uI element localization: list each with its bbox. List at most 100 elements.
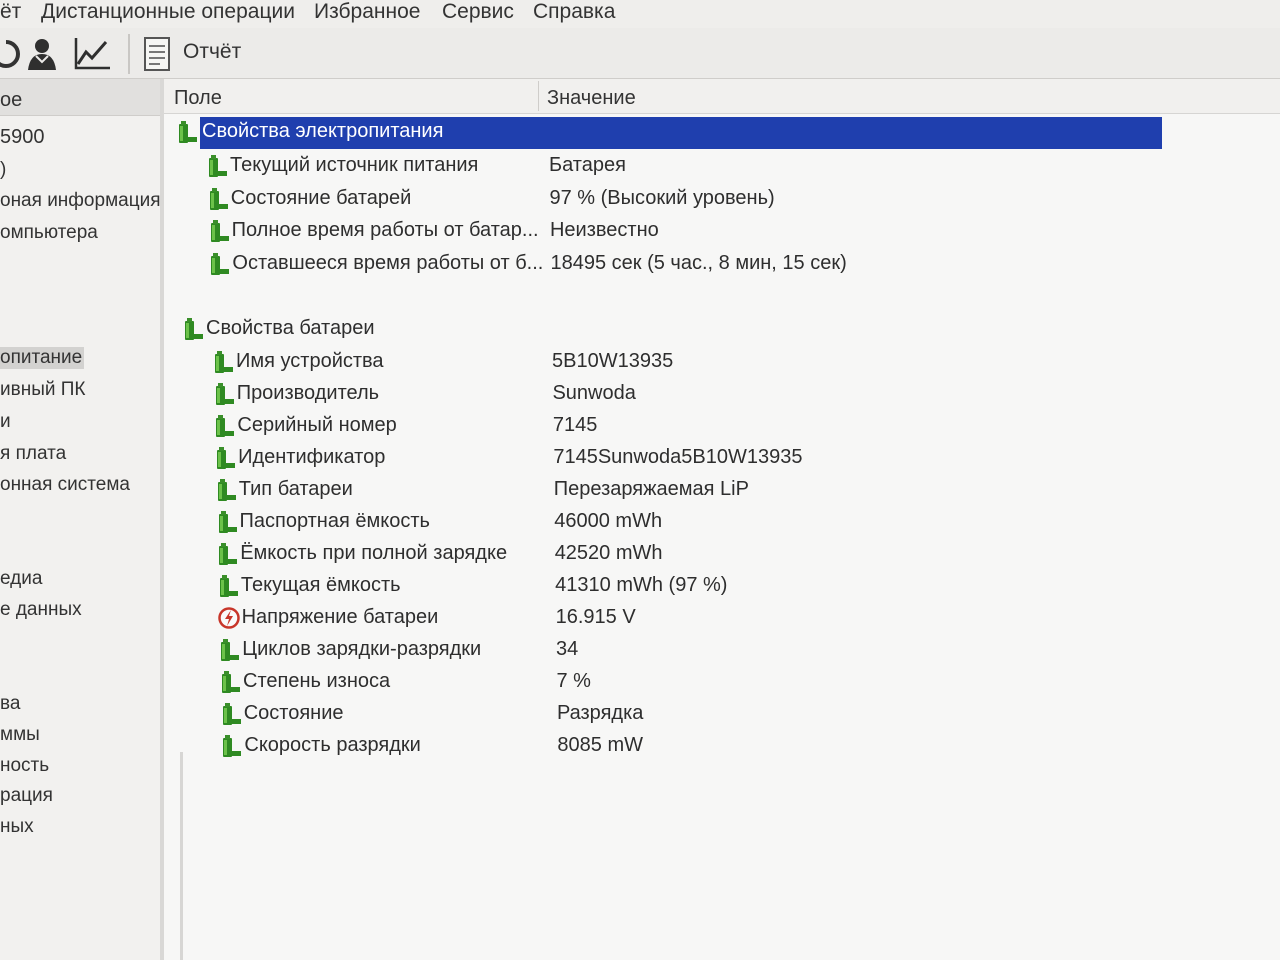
battery-icon bbox=[219, 670, 241, 694]
property-value: 5B10W13935 bbox=[552, 350, 674, 372]
property-field: Напряжение батареи bbox=[241, 606, 439, 628]
battery-icon bbox=[208, 219, 230, 243]
battery-icon bbox=[216, 542, 238, 566]
menu-item-service[interactable]: Сервис bbox=[442, 0, 514, 24]
toolbar: Отчёт bbox=[0, 28, 1280, 79]
battery-icon bbox=[216, 510, 238, 534]
column-headers: Поле Значение bbox=[164, 79, 1280, 114]
nav-item-devices[interactable]: ва bbox=[0, 693, 20, 715]
menu-bar: ёт Дистанционные операции Избранное Серв… bbox=[0, 0, 1280, 28]
nav-item-multimedia[interactable]: едиа bbox=[0, 568, 42, 590]
toolbar-separator bbox=[128, 34, 130, 74]
nav-item-programs[interactable]: ммы bbox=[0, 724, 40, 746]
battery-icon bbox=[182, 317, 204, 341]
column-header-value[interactable]: Значение bbox=[547, 87, 636, 110]
property-row[interactable]: Производитель Sunwoda bbox=[213, 379, 1113, 409]
property-value: 41310 mWh (97 %) bbox=[555, 574, 728, 596]
section-battery-properties[interactable]: Свойства батареи bbox=[182, 314, 1172, 344]
nav-item-database[interactable]: ных bbox=[0, 816, 34, 838]
property-field: Состояние батарей bbox=[230, 186, 412, 209]
property-field: Серийный номер bbox=[237, 414, 397, 436]
battery-icon bbox=[213, 382, 235, 406]
property-row[interactable]: Полное время работы от батар... Неизвестн… bbox=[208, 216, 1108, 246]
property-row[interactable]: Степень износа 7 % bbox=[219, 667, 1119, 697]
property-field: Текущая ёмкость bbox=[240, 574, 401, 596]
details-list: Поле Значение Свойства электропитания Те… bbox=[164, 79, 1280, 960]
list-left-edge bbox=[180, 752, 183, 960]
voltage-icon bbox=[217, 606, 240, 630]
property-field: Паспортная ёмкость bbox=[239, 510, 430, 532]
section-title: Свойства электропитания bbox=[202, 120, 444, 142]
nav-item-power-management[interactable]: опитание bbox=[0, 347, 85, 369]
property-value: Sunwoda bbox=[552, 382, 636, 404]
report-icon[interactable] bbox=[140, 36, 180, 72]
nav-item[interactable]: ) bbox=[0, 159, 6, 181]
property-value: Разрядка bbox=[556, 702, 644, 724]
property-value: 34 bbox=[556, 638, 579, 660]
section-title: Свойства батареи bbox=[206, 317, 375, 339]
property-row[interactable]: Напряжение батареи 16.915 V bbox=[217, 603, 1118, 633]
property-row[interactable]: Текущий источник питания Батарея bbox=[206, 151, 1106, 181]
property-field: Ёмкость при полной зарядке bbox=[240, 542, 508, 564]
nav-item-computer-name[interactable]: омпьютера bbox=[0, 222, 98, 244]
section-power-properties[interactable]: Свойства электропитания bbox=[176, 117, 1166, 149]
battery-icon bbox=[215, 478, 237, 502]
menu-header-label: ое bbox=[0, 89, 23, 111]
property-row[interactable]: Скорость разрядки 8085 mW bbox=[220, 731, 1120, 761]
property-value: 7 % bbox=[556, 670, 591, 692]
battery-icon bbox=[212, 350, 234, 374]
battery-icon bbox=[220, 702, 242, 726]
property-value: 18495 сек (5 час., 8 мин, 15 сек) bbox=[550, 251, 847, 274]
property-value: Неизвестно bbox=[549, 219, 659, 241]
property-value: 42520 mWh bbox=[554, 542, 663, 564]
property-row[interactable]: Имя устройства 5B10W13935 bbox=[212, 347, 1112, 377]
menu-item-remote-operations[interactable]: Дистанционные операции bbox=[41, 0, 295, 24]
property-row[interactable]: Ёмкость при полной зарядке 42520 mWh bbox=[216, 539, 1116, 569]
property-row[interactable]: Циклов зарядки-разрядки 34 bbox=[218, 635, 1118, 665]
property-row[interactable]: Состояние Разрядка bbox=[220, 699, 1120, 729]
property-row[interactable]: Идентификатор 7145Sunwoda5B10W13935 bbox=[214, 443, 1114, 473]
property-value: 97 % (Высокий уровень) bbox=[549, 186, 775, 209]
nav-item-storage[interactable]: е данных bbox=[0, 599, 82, 621]
property-field: Степень износа bbox=[243, 670, 391, 692]
property-row[interactable]: Паспортная ёмкость 46000 mWh bbox=[216, 507, 1116, 537]
battery-icon bbox=[176, 120, 198, 144]
property-row[interactable]: Оставшееся время работы от б... 18495 сек… bbox=[208, 249, 1108, 279]
chart-icon[interactable] bbox=[72, 36, 112, 72]
nav-item-operating-system[interactable]: онная система bbox=[0, 474, 130, 496]
property-value: 8085 mW bbox=[557, 734, 643, 756]
battery-icon bbox=[214, 446, 236, 470]
nav-item-security[interactable]: ность bbox=[0, 755, 49, 777]
menu-item-help[interactable]: Справка bbox=[533, 0, 615, 24]
battery-icon bbox=[208, 252, 230, 276]
property-row[interactable]: Тип батареи Перезаряжаемая LiP bbox=[215, 475, 1115, 505]
column-divider[interactable] bbox=[538, 81, 539, 111]
property-row[interactable]: Текущая ёмкость 41310 mWh (97 %) bbox=[217, 571, 1117, 601]
column-header-field[interactable]: Поле bbox=[174, 87, 222, 110]
property-value: Батарея bbox=[549, 154, 626, 176]
battery-icon bbox=[218, 638, 240, 662]
nav-item-summary[interactable]: оная информация bbox=[0, 190, 160, 212]
nav-item-portable-pc[interactable]: ивный ПК bbox=[0, 379, 85, 401]
menu-item-report[interactable]: ёт bbox=[0, 0, 21, 24]
property-row[interactable]: Состояние батарей 97 % (Высокий уровень) bbox=[207, 184, 1107, 214]
property-field: Имя устройства bbox=[236, 350, 384, 372]
menu-item-favorites[interactable]: Избранное bbox=[314, 0, 420, 24]
report-button-label[interactable]: Отчёт bbox=[183, 40, 241, 64]
nav-item-configuration[interactable]: рация bbox=[0, 785, 53, 807]
property-field: Состояние bbox=[243, 702, 344, 724]
battery-icon bbox=[213, 414, 235, 438]
property-value: 16.915 V bbox=[555, 606, 636, 628]
nav-item-motherboard[interactable]: я плата bbox=[0, 443, 66, 465]
property-value: 7145Sunwoda5B10W13935 bbox=[553, 446, 803, 468]
property-field: Оставшееся время работы от б... bbox=[232, 251, 544, 274]
user-icon[interactable] bbox=[22, 36, 62, 72]
property-row[interactable]: Серийный номер 7145 bbox=[213, 411, 1113, 441]
nav-item-sensors[interactable]: и bbox=[0, 411, 11, 433]
nav-item-computer-model[interactable]: 5900 bbox=[0, 126, 45, 149]
menu-column-header[interactable]: ое bbox=[0, 79, 160, 116]
battery-icon bbox=[217, 574, 239, 598]
navigation-tree: ое 5900 ) оная информация омпьютера опит… bbox=[0, 79, 160, 960]
property-field: Идентификатор bbox=[238, 446, 386, 468]
battery-icon bbox=[207, 187, 229, 211]
